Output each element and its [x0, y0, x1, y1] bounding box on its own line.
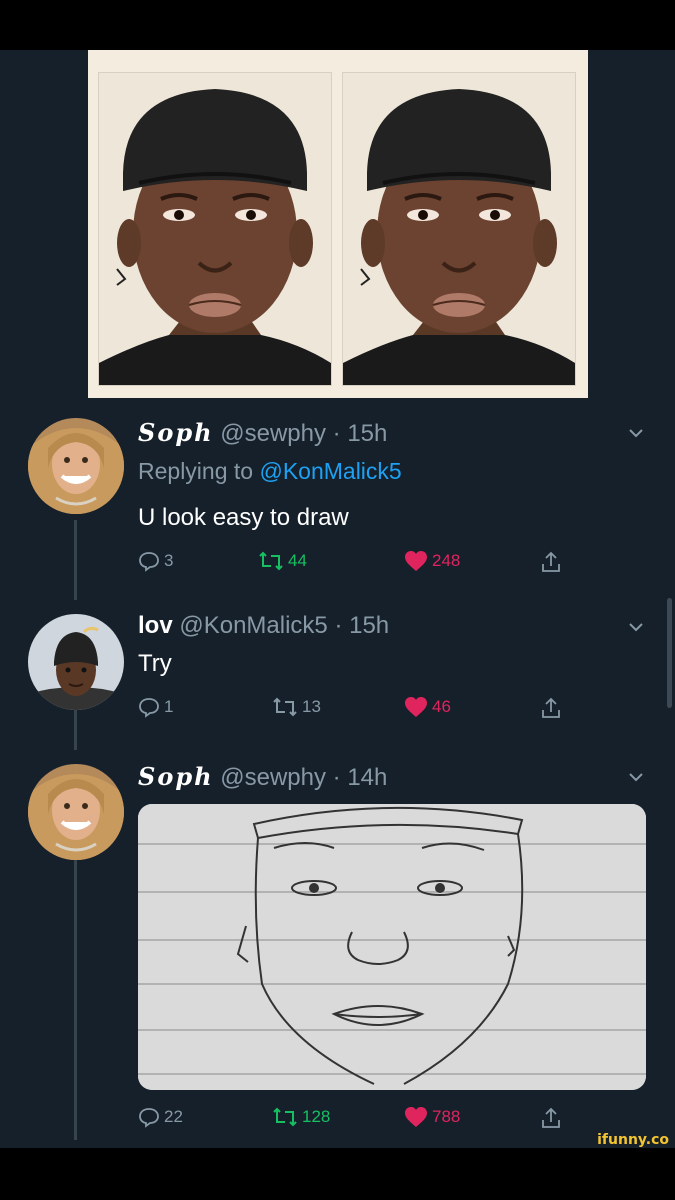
retweet-icon	[273, 697, 297, 717]
share-button[interactable]	[540, 550, 562, 574]
reply-icon	[139, 698, 159, 718]
twitter-thread-screen: Soph @sewphy · 15h Replying to @KonMalic…	[0, 50, 675, 1148]
like-button[interactable]: 46	[404, 696, 451, 718]
reply-button[interactable]: 22	[138, 1106, 183, 1128]
heart-icon	[405, 697, 427, 717]
retweet-icon	[273, 1107, 297, 1127]
reply-button[interactable]: 3	[138, 550, 173, 572]
chevron-down-icon[interactable]	[627, 424, 645, 442]
tweet-image-pencil-drawing[interactable]	[138, 804, 646, 1090]
bottom-black-bar	[0, 1148, 675, 1200]
tweet-actions: 22 128 788	[138, 1106, 578, 1136]
passport-photo-left	[98, 72, 332, 386]
retweet-count: 13	[302, 697, 321, 716]
tweet-actions: 1 13 46	[138, 696, 578, 726]
chevron-down-icon[interactable]	[627, 618, 645, 636]
scrollbar[interactable]	[667, 598, 672, 708]
tweet-time: · 15h	[332, 420, 388, 447]
reply-button[interactable]: 1	[138, 696, 173, 718]
reply-count: 1	[164, 697, 174, 716]
avatar-soph[interactable]	[28, 418, 124, 514]
share-icon	[542, 1107, 560, 1128]
display-name[interactable]: lov	[138, 612, 173, 639]
retweet-count: 128	[302, 1107, 331, 1126]
tweet-actions: 3 44 248	[138, 550, 578, 580]
tweet-time: · 15h	[334, 612, 390, 639]
reply-icon	[139, 552, 159, 572]
reply-count: 22	[164, 1107, 183, 1126]
reply-count: 3	[164, 551, 174, 570]
share-icon	[542, 551, 560, 572]
heart-icon	[405, 1107, 427, 1127]
watermark: ifunny.co	[597, 1132, 669, 1148]
retweet-button[interactable]: 13	[272, 696, 321, 718]
tweet-image-passport-photos[interactable]	[88, 50, 588, 398]
chevron-down-icon[interactable]	[627, 768, 645, 786]
like-button[interactable]: 788	[404, 1106, 460, 1128]
like-count: 788	[432, 1107, 461, 1126]
avatar-lov[interactable]	[28, 614, 124, 710]
share-button[interactable]	[540, 1106, 562, 1130]
retweet-button[interactable]: 44	[258, 550, 307, 572]
user-handle[interactable]: @sewphy	[220, 764, 326, 791]
like-button[interactable]: 248	[404, 550, 460, 572]
replying-to-label: Replying to	[138, 458, 254, 484]
passport-photo-right	[342, 72, 576, 386]
avatar-soph[interactable]	[28, 764, 124, 860]
tweet-text: Try	[138, 650, 172, 677]
retweet-icon	[259, 551, 283, 571]
tweet-text: U look easy to draw	[138, 504, 349, 531]
display-name[interactable]: Soph	[138, 418, 214, 447]
replying-to-mention[interactable]: @KonMalick5	[259, 458, 401, 484]
display-name[interactable]: Soph	[138, 762, 214, 791]
heart-icon	[405, 551, 427, 571]
tweet-header: Soph @sewphy · 14h	[138, 762, 387, 792]
tweet-time: · 14h	[332, 764, 388, 791]
replying-to-line: Replying to @KonMalick5	[138, 458, 402, 485]
retweet-button[interactable]: 128	[272, 1106, 330, 1128]
reply-icon	[139, 1108, 159, 1128]
user-handle[interactable]: @sewphy	[220, 420, 326, 447]
tweet-header: lov @KonMalick5 · 15h	[138, 612, 389, 640]
share-button[interactable]	[540, 696, 562, 720]
thread-connector-line	[74, 860, 77, 1140]
like-count: 248	[432, 551, 461, 570]
thread-connector-line	[74, 520, 77, 600]
share-icon	[542, 697, 560, 718]
like-count: 46	[432, 697, 451, 716]
tweet-header: Soph @sewphy · 15h	[138, 418, 387, 448]
user-handle[interactable]: @KonMalick5	[179, 612, 327, 639]
retweet-count: 44	[288, 551, 307, 570]
